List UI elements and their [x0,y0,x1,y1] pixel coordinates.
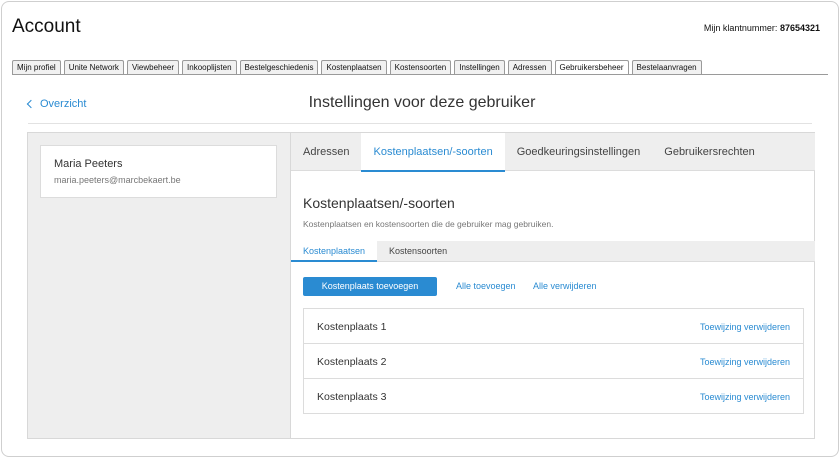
cost-center-name: Kostenplaats 2 [317,356,387,368]
add-all-link[interactable]: Alle toevoegen [456,277,516,296]
tab-inkooplijsten[interactable]: Inkooplijsten [182,60,237,74]
remove-assignment-link[interactable]: Toewijzing verwijderen [700,392,790,402]
tab-adressen[interactable]: Adressen [507,60,552,74]
remove-all-link[interactable]: Alle verwijderen [533,277,597,296]
subtab-kostensoorten[interactable]: Kostensoorten [377,241,459,262]
tab-kostensoorten[interactable]: Kostensoorten [389,60,452,74]
section-description: Kostenplaatsen en kostensoorten die de g… [303,219,554,229]
user-sidebar: Maria Peeters maria.peeters@marcbekaert.… [28,133,290,438]
tab-kostenplaatsen[interactable]: Kostenplaatsen [321,60,387,74]
tab-goedkeuringsinstellingen[interactable]: Goedkeuringsinstellingen [505,133,653,171]
tabs-divider [12,74,828,75]
remove-assignment-link[interactable]: Toewijzing verwijderen [700,357,790,367]
subtab-kostenplaatsen[interactable]: Kostenplaatsen [291,241,378,262]
list-item: Kostenplaats 3 Toewijzing verwijderen [304,379,803,414]
tab-adressen-settings[interactable]: Adressen [291,133,361,171]
list-item: Kostenplaats 1 Toewijzing verwijderen [304,309,803,344]
tab-mijn-profiel[interactable]: Mijn profiel [12,60,61,74]
list-item: Kostenplaats 2 Toewijzing verwijderen [304,344,803,379]
tab-gebruikersrechten[interactable]: Gebruikersrechten [652,133,767,171]
customer-number: Mijn klantnummer: 87654321 [704,23,820,33]
cost-center-name: Kostenplaats 1 [317,321,387,333]
cost-sub-tabs: Kostenplaatsen Kostensoorten [291,241,815,262]
tab-bestelaanvragen[interactable]: Bestelaanvragen [631,60,702,74]
tab-kostenplaatsen-soorten[interactable]: Kostenplaatsen/-soorten [361,133,505,172]
account-tabs: Mijn profiel Unite Network Viewbeheer In… [12,60,702,74]
heading-divider [28,123,812,124]
section-title: Kostenplaatsen/-soorten [303,195,455,211]
tab-unite-network[interactable]: Unite Network [63,60,124,74]
app-window: Account Mijn klantnummer: 87654321 Mijn … [1,1,839,457]
settings-content: Adressen Kostenplaatsen/-soorten Goedkeu… [290,133,815,438]
page-title: Account [12,16,81,37]
page-heading: Instellingen voor deze gebruiker [308,94,536,111]
tab-instellingen[interactable]: Instellingen [454,60,505,74]
customer-number-label: Mijn klantnummer: [703,23,778,33]
remove-assignment-link[interactable]: Toewijzing verwijderen [700,322,790,332]
settings-panel: Maria Peeters maria.peeters@marcbekaert.… [27,132,815,439]
cost-center-name: Kostenplaats 3 [317,391,387,403]
add-cost-center-button[interactable]: Kostenplaats toevoegen [303,277,437,296]
tab-bestelgeschiedenis[interactable]: Bestelgeschiedenis [239,60,319,74]
tab-gebruikersbeheer[interactable]: Gebruikersbeheer [554,60,629,74]
tab-viewbeheer[interactable]: Viewbeheer [126,60,180,74]
cost-center-list: Kostenplaats 1 Toewijzing verwijderen Ko… [303,308,804,414]
settings-tabs: Adressen Kostenplaatsen/-soorten Goedkeu… [291,133,815,172]
user-name: Maria Peeters [54,158,123,170]
user-card: Maria Peeters maria.peeters@marcbekaert.… [40,145,277,198]
user-email: maria.peeters@marcbekaert.be [54,175,181,185]
customer-number-value: 87654321 [779,23,820,33]
